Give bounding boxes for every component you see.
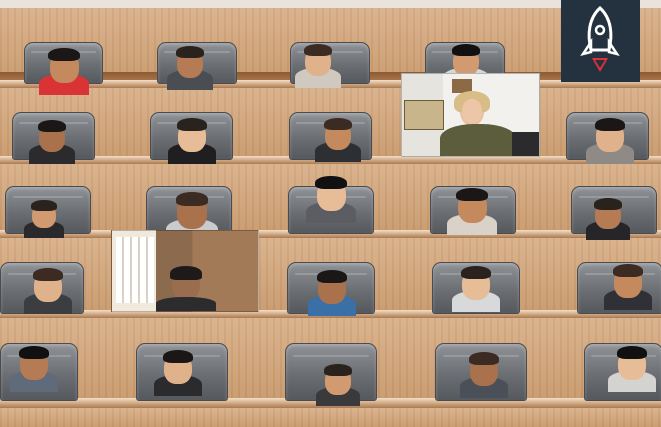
hair <box>456 188 488 202</box>
hair <box>316 270 348 283</box>
participant-p6[interactable] <box>168 118 216 164</box>
hair <box>616 346 648 359</box>
participant-p3[interactable] <box>295 44 341 88</box>
hair <box>468 352 500 365</box>
hair <box>315 176 347 190</box>
participant-p14[interactable] <box>586 198 630 240</box>
hair <box>18 346 50 359</box>
participant-p19[interactable] <box>604 264 652 310</box>
hair <box>31 200 57 211</box>
participant-p17[interactable] <box>308 270 356 316</box>
hair <box>460 266 492 279</box>
hair <box>303 44 333 57</box>
participant-p13[interactable] <box>447 188 497 236</box>
participant-p21[interactable] <box>154 350 202 396</box>
chair <box>512 132 539 156</box>
participant-p5[interactable] <box>29 120 75 164</box>
hair <box>175 46 205 59</box>
participant-video-tile[interactable] <box>111 230 259 312</box>
participant-p18[interactable] <box>452 266 500 312</box>
shirt <box>156 297 216 311</box>
hair <box>175 192 209 206</box>
rocket-icon <box>580 5 620 72</box>
face <box>462 99 482 123</box>
hair <box>176 118 208 131</box>
wall-map-picture <box>404 100 444 130</box>
participant-p20[interactable] <box>10 346 58 392</box>
participant-p10[interactable] <box>24 200 64 238</box>
participant-video-tile[interactable] <box>401 73 540 157</box>
participant-p9[interactable] <box>586 118 634 164</box>
participant-p7[interactable] <box>315 118 361 162</box>
hair <box>323 118 353 131</box>
participant-p1[interactable] <box>39 48 89 96</box>
team-logo-tile <box>561 0 640 82</box>
participant-p23[interactable] <box>460 352 508 398</box>
hair <box>32 268 64 281</box>
participant-p2[interactable] <box>167 46 213 90</box>
hair <box>48 48 80 62</box>
hair <box>612 264 644 277</box>
hair <box>324 364 352 376</box>
hair <box>170 266 202 280</box>
participant-p15[interactable] <box>24 268 72 314</box>
participant-p24[interactable] <box>608 346 656 392</box>
hair <box>594 118 626 131</box>
hair <box>594 198 622 210</box>
participant-p12[interactable] <box>306 176 356 224</box>
window-blinds <box>116 237 154 303</box>
participant-p22[interactable] <box>316 364 360 406</box>
hair <box>37 120 67 133</box>
hair <box>451 44 481 57</box>
shirt <box>440 124 516 156</box>
hair <box>162 350 194 363</box>
front-floor <box>0 408 661 427</box>
together-mode-auditorium <box>0 0 661 427</box>
